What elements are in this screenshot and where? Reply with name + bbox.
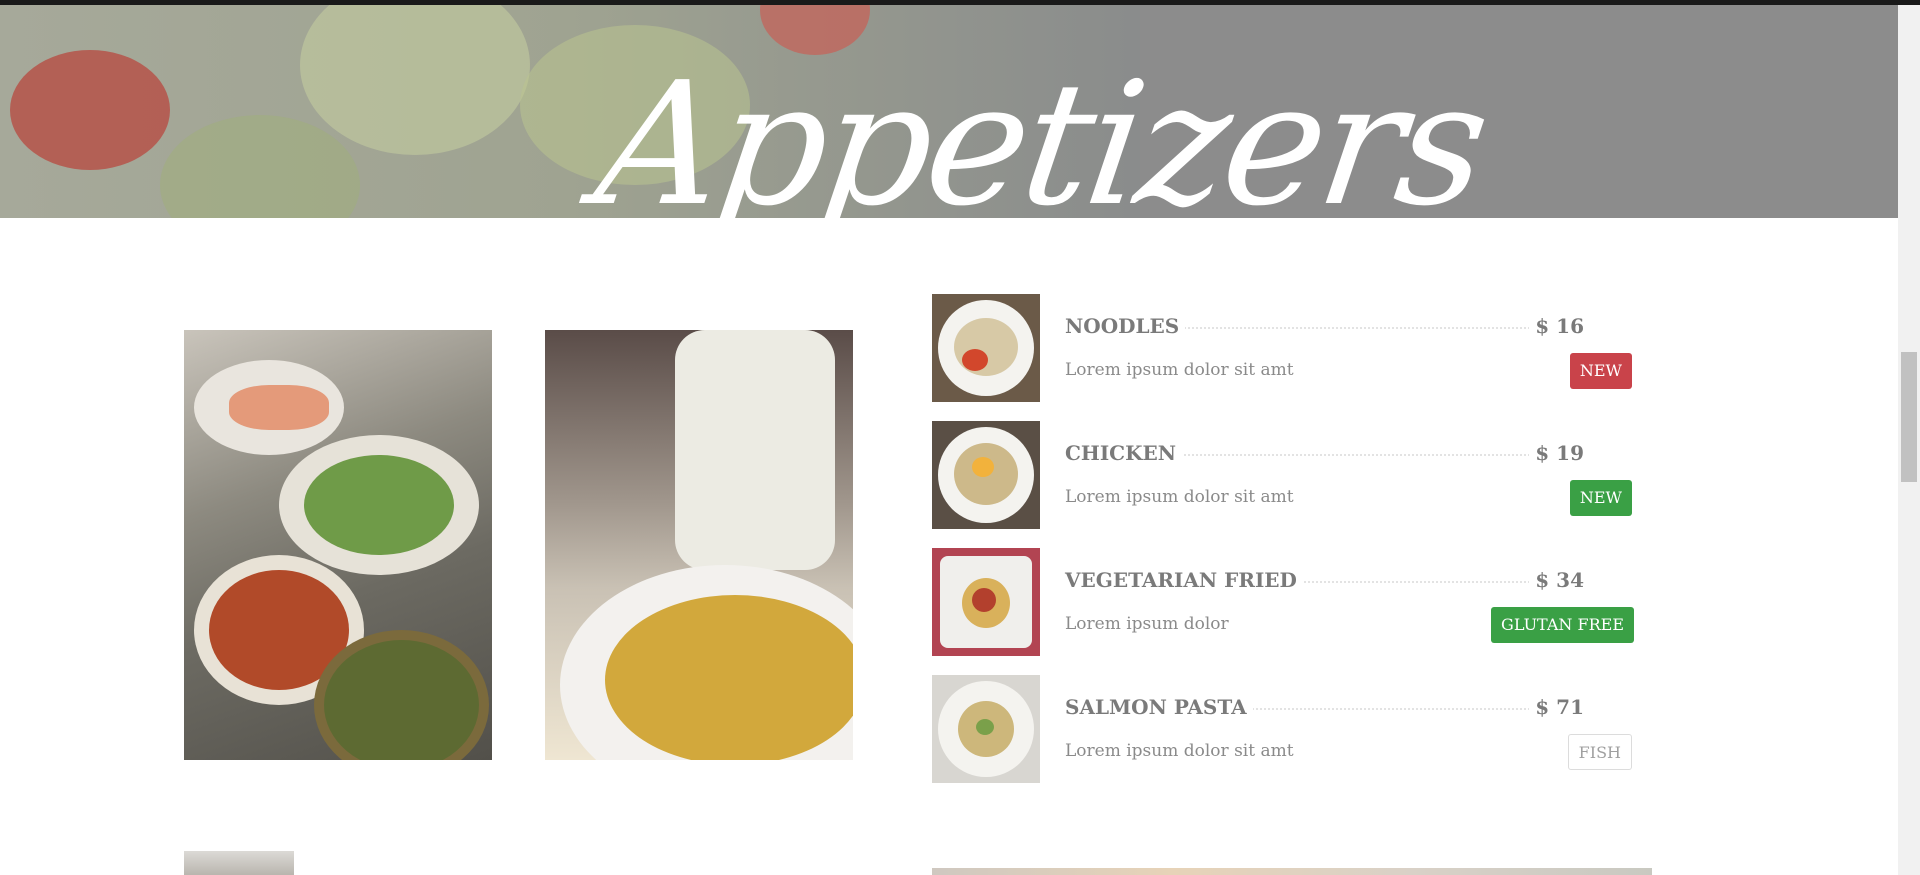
menu-item-price: $ 19	[1529, 441, 1584, 465]
menu-item-name: SALMON PASTA	[1065, 695, 1253, 719]
thumb-egg	[972, 457, 994, 477]
thumb-food	[954, 318, 1018, 376]
jug	[675, 330, 835, 570]
menu-item-price: $ 71	[1529, 695, 1584, 719]
menu-item-description: Lorem ipsum dolor sit amt	[1065, 360, 1294, 380]
menu-item[interactable]: VEGETARIAN FRIED $ 34 Lorem ipsum dolor …	[932, 548, 1652, 656]
status-badge: GLUTAN FREE	[1491, 607, 1634, 643]
pesto-food	[324, 640, 479, 760]
gallery-photo-table-spread	[184, 330, 492, 760]
hero-photo-tomato	[10, 50, 170, 170]
menu-item-thumbnail	[932, 675, 1040, 783]
menu-item-description: Lorem ipsum dolor sit amt	[1065, 741, 1294, 761]
thumb-sauce	[972, 588, 996, 612]
pappardelle-food	[605, 595, 853, 760]
menu-item-description: Lorem ipsum dolor	[1065, 614, 1229, 634]
hero-photo-pasta	[300, 5, 530, 155]
menu-item[interactable]: NOODLES $ 16 Lorem ipsum dolor sit amt N…	[932, 294, 1652, 402]
menu-item-thumbnail	[932, 421, 1040, 529]
menu-item-name: NOODLES	[1065, 314, 1186, 338]
menu-item[interactable]: CHICKEN $ 19 Lorem ipsum dolor sit amt N…	[932, 421, 1652, 529]
page-scrollbar[interactable]	[1898, 5, 1920, 875]
menu-item-thumbnail	[932, 294, 1040, 402]
thumb-garnish	[962, 349, 988, 371]
salmon-food	[229, 385, 329, 430]
next-section-photo	[184, 851, 294, 875]
hero-photo-pesto	[160, 115, 360, 218]
scrollbar-thumb[interactable]	[1901, 352, 1917, 482]
section-title: Appetizers	[586, 46, 1497, 218]
menu-item-price: $ 34	[1529, 568, 1584, 592]
thumb-herbs	[976, 719, 994, 735]
menu-item-price: $ 16	[1529, 314, 1584, 338]
menu-item-name: CHICKEN	[1065, 441, 1182, 465]
next-section-banner	[932, 868, 1652, 875]
status-badge: NEW	[1569, 353, 1632, 389]
status-badge: FISH	[1567, 734, 1632, 770]
status-badge: NEW	[1569, 480, 1632, 516]
menu-item-name: VEGETARIAN FRIED	[1065, 568, 1303, 592]
gallery-photo-pasta-bowl	[545, 330, 853, 760]
menu-item-description: Lorem ipsum dolor sit amt	[1065, 487, 1294, 507]
salad-food	[304, 455, 454, 555]
hero-banner: Appetizers	[0, 5, 1898, 218]
menu-item-thumbnail	[932, 548, 1040, 656]
menu-item[interactable]: SALMON PASTA $ 71 Lorem ipsum dolor sit …	[932, 675, 1652, 783]
